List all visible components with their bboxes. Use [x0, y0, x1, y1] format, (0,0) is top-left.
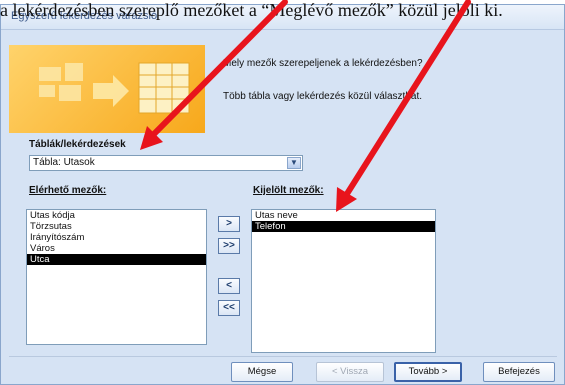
annotation-arrows [140, 0, 471, 212]
red-arrow-icon [149, 0, 288, 139]
red-arrow-icon [342, 0, 471, 200]
